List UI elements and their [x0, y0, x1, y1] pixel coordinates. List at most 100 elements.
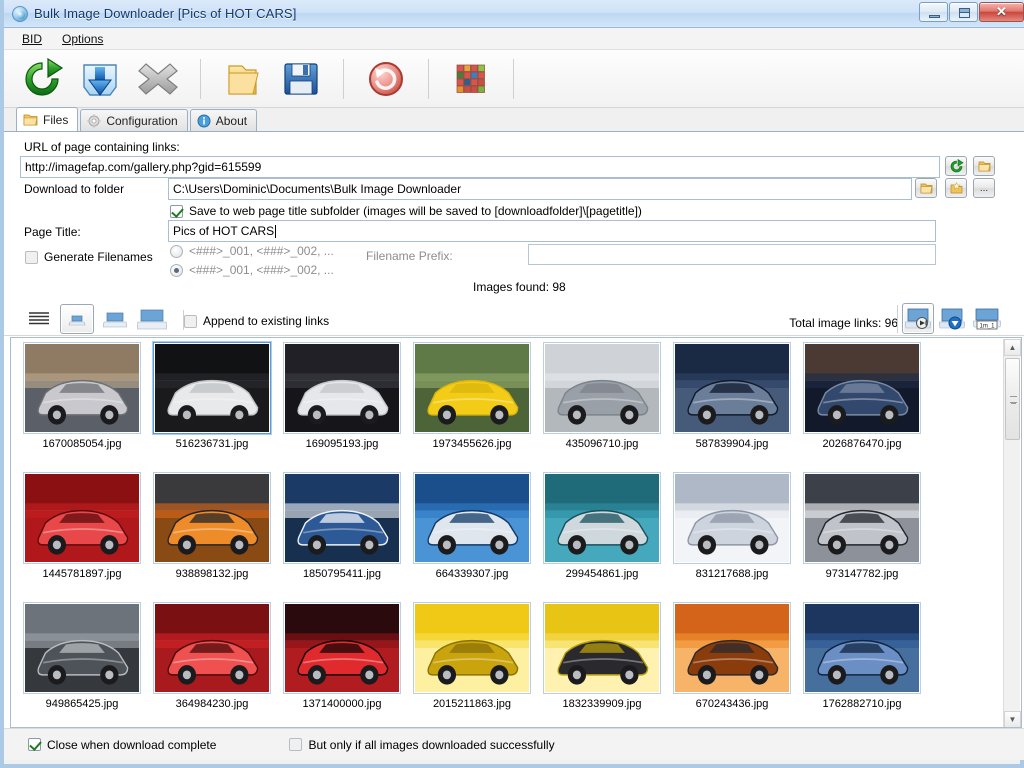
medium-thumbs-button[interactable]: [98, 304, 132, 334]
thumbnail-image: [25, 604, 139, 692]
yellow-folder-icon: [977, 160, 992, 173]
tab-files[interactable]: Files: [16, 107, 78, 131]
thumbnail-item[interactable]: 516236731.jpg: [147, 342, 277, 472]
stop-button[interactable]: [134, 55, 182, 103]
slideshow-button[interactable]: [902, 303, 934, 334]
thumbnail-image-box[interactable]: [413, 342, 531, 434]
url-folder-button[interactable]: [973, 156, 995, 176]
thumbnail-image-box[interactable]: [283, 342, 401, 434]
subfolder-checkbox[interactable]: Save to web page title subfolder (images…: [170, 204, 642, 218]
open-folder-button[interactable]: [219, 55, 267, 103]
image-filename-icon: 1m_1: [973, 308, 1001, 330]
filename-prefix-label: Filename Prefix:: [366, 249, 453, 263]
thumbnail-image-box[interactable]: [283, 602, 401, 694]
thumbnail-item[interactable]: 831217688.jpg: [667, 472, 797, 602]
menu-item-options[interactable]: Options: [52, 30, 113, 48]
thumbnail-item[interactable]: 973147782.jpg: [797, 472, 927, 602]
magic-folder-button[interactable]: [945, 178, 967, 198]
filename-prefix-input[interactable]: [528, 244, 936, 265]
thumbnail-item[interactable]: 364984230.jpg: [147, 602, 277, 728]
thumbnail-image-box[interactable]: [673, 602, 791, 694]
download-button[interactable]: [76, 55, 124, 103]
filename-pattern-radio-1[interactable]: <###>_001, <###>_002, ...: [170, 244, 334, 258]
thumbnail-item[interactable]: 1670085054.jpg: [17, 342, 147, 472]
thumbnail-image-box[interactable]: [153, 602, 271, 694]
thumbnail-item[interactable]: 2026876470.jpg: [797, 342, 927, 472]
filename-pattern-2-label: <###>_001, <###>_002, ...: [189, 263, 334, 277]
thumbnail-image-box[interactable]: [803, 602, 921, 694]
only-if-success-label: But only if all images downloaded succes…: [308, 738, 554, 752]
thumbnail-filename: 1371400000.jpg: [303, 698, 382, 710]
thumbnail-image-box[interactable]: [153, 342, 271, 434]
thumbnail-item[interactable]: 664339307.jpg: [407, 472, 537, 602]
total-image-links-label: Total image links: 96: [789, 316, 898, 330]
thumbnail-item[interactable]: 938898132.jpg: [147, 472, 277, 602]
main-toolbar: [4, 50, 1024, 108]
thumbnail-item[interactable]: 587839904.jpg: [667, 342, 797, 472]
generate-filenames-checkbox[interactable]: Generate Filenames: [25, 250, 153, 264]
thumbnail-image-box[interactable]: [413, 602, 531, 694]
large-thumbs-button[interactable]: [134, 302, 170, 336]
append-links-checkbox[interactable]: Append to existing links: [184, 314, 329, 328]
thumbnail-item[interactable]: 949865425.jpg: [17, 602, 147, 728]
undo-button[interactable]: [362, 55, 410, 103]
close-when-complete-checkbox[interactable]: Close when download complete: [28, 738, 216, 752]
thumbnail-image-box[interactable]: [283, 472, 401, 564]
thumbnail-image-box[interactable]: [543, 342, 661, 434]
thumbnail-image-box[interactable]: [673, 342, 791, 434]
filename-toggle-button[interactable]: 1m_1: [970, 303, 1004, 334]
menu-item-bid[interactable]: BID: [12, 30, 52, 48]
thumbnail-item[interactable]: 435096710.jpg: [537, 342, 667, 472]
list-view-button[interactable]: [22, 306, 56, 332]
thumbnail-filename: 299454861.jpg: [566, 568, 639, 580]
scrollbar-thumb[interactable]: [1005, 358, 1020, 440]
url-input[interactable]: http://imagefap.com/gallery.php?gid=6155…: [20, 156, 940, 178]
thumbnail-item[interactable]: 1762882710.jpg: [797, 602, 927, 728]
thumbnail-scrollbar[interactable]: ▲ ▼: [1003, 339, 1020, 728]
thumbnail-image-box[interactable]: [153, 472, 271, 564]
tab-configuration[interactable]: Configuration: [80, 109, 187, 131]
toolbar-separator-4: [513, 59, 514, 99]
download-folder-input[interactable]: C:\Users\Dominic\Documents\Bulk Image Do…: [168, 178, 912, 200]
small-thumbs-button[interactable]: [60, 304, 94, 334]
tab-about[interactable]: About: [190, 109, 257, 131]
thumbnail-item[interactable]: 1445781897.jpg: [17, 472, 147, 602]
thumbnail-item[interactable]: 169095193.jpg: [277, 342, 407, 472]
thumbnails-button[interactable]: [447, 55, 495, 103]
thumbnail-image-box[interactable]: [803, 472, 921, 564]
thumbnail-image-box[interactable]: [23, 472, 141, 564]
scroll-down-button[interactable]: ▼: [1004, 711, 1021, 728]
thumbnail-panel[interactable]: 1670085054.jpg516236731.jpg169095193.jpg…: [10, 337, 1022, 728]
close-button[interactable]: ✕: [979, 2, 1024, 22]
maximize-button[interactable]: [949, 2, 978, 22]
thumbnail-item[interactable]: 1973455626.jpg: [407, 342, 537, 472]
thumbnail-item[interactable]: 299454861.jpg: [537, 472, 667, 602]
scroll-up-button[interactable]: ▲: [1004, 339, 1021, 356]
filename-pattern-radio-2[interactable]: <###>_001, <###>_002, ...: [170, 263, 334, 277]
thumbnail-image-box[interactable]: [23, 342, 141, 434]
page-title-input[interactable]: Pics of HOT CARS: [168, 220, 936, 242]
save-button[interactable]: [277, 55, 325, 103]
download-selected-button[interactable]: [936, 303, 968, 334]
thumbnail-image-box[interactable]: [543, 602, 661, 694]
thumbnail-item[interactable]: 1832339909.jpg: [537, 602, 667, 728]
thumbnail-image-box[interactable]: [673, 472, 791, 564]
thumbnail-item[interactable]: 1850795411.jpg: [277, 472, 407, 602]
thumbnail-image-box[interactable]: [23, 602, 141, 694]
browse-folder-button[interactable]: [915, 178, 937, 198]
refresh-button[interactable]: [18, 55, 66, 103]
thumbnail-item[interactable]: 1371400000.jpg: [277, 602, 407, 728]
thumbnail-image-box[interactable]: [413, 472, 531, 564]
small-thumbnail-icon: [68, 312, 86, 326]
only-if-success-checkbox[interactable]: But only if all images downloaded succes…: [289, 738, 554, 752]
viewbar-separator-2: [897, 305, 898, 333]
status-bar: Close when download complete But only if…: [4, 728, 1024, 760]
minimize-button[interactable]: [919, 2, 948, 22]
thumbnail-filename: 2026876470.jpg: [823, 438, 902, 450]
more-options-button[interactable]: ...: [973, 178, 995, 198]
thumbnail-image-box[interactable]: [803, 342, 921, 434]
thumbnail-item[interactable]: 2015211863.jpg: [407, 602, 537, 728]
thumbnail-image-box[interactable]: [543, 472, 661, 564]
url-refresh-button[interactable]: [945, 156, 967, 176]
thumbnail-item[interactable]: 670243436.jpg: [667, 602, 797, 728]
